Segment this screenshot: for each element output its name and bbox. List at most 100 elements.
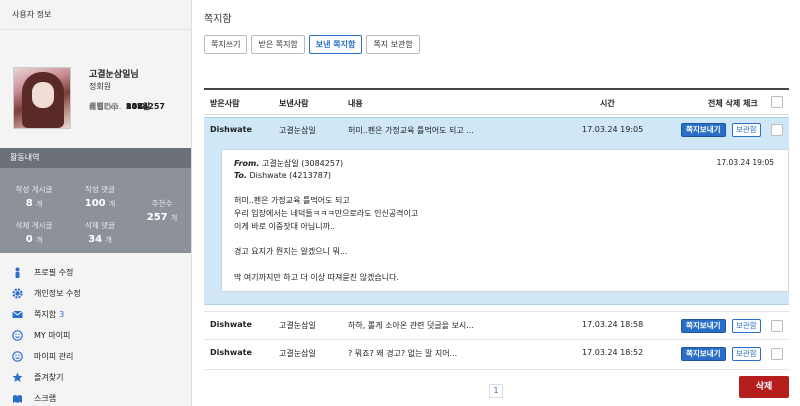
send-message-button[interactable]: 쪽지보내기 (681, 347, 726, 361)
sidebar: 사용자 정보 고결눈삼일님 정회원 회원번호 3084257 레벨 9 레벨Exp.… (0, 0, 192, 406)
row-time: 17.03.24 18:58 (582, 320, 644, 329)
activity-value: 257 (146, 212, 168, 223)
pagination-page[interactable]: 1 (489, 384, 503, 398)
nickname: 고결눈삼일님 (89, 70, 139, 80)
activity-value-line: 8 개 (4, 198, 64, 209)
row-checkbox[interactable] (771, 124, 783, 136)
activity-value: 8 (25, 198, 33, 209)
table-header: 받은사람 보낸사람 내용 시간 전체 삭제 체크 (204, 88, 789, 115)
row-content[interactable]: ? 뭐죠? 왜 경고? 없는 말 지어... (348, 348, 457, 359)
row-divider (204, 369, 789, 370)
activity-comments[interactable]: 작성 댓글 100 개 (70, 184, 130, 209)
menu-account-edit[interactable]: 개인정보 수정 (0, 283, 191, 304)
activity-value: 0 (25, 234, 33, 245)
activity-label: 작성 게시글 (15, 185, 53, 194)
stat-value: 157일 (126, 102, 151, 111)
send-message-button[interactable]: 쪽지보내기 (681, 123, 726, 137)
activity-value: 100 (84, 198, 106, 209)
activity-value: 34 (88, 234, 103, 245)
avatar-face (32, 82, 54, 108)
activity-value-line: 34 개 (70, 234, 130, 245)
from-value: 고결눈삼일 (3084257) (261, 159, 344, 168)
activity-unit: 개 (170, 214, 178, 222)
archive-button[interactable]: 보관함 (732, 347, 761, 361)
menu-label: 즐겨찾기 (34, 373, 64, 382)
table-row[interactable]: Dishwate 고결눈삼일 ? 뭐죠? 왜 경고? 없는 말 지어... 17… (204, 340, 789, 367)
menu-my-mypi[interactable]: MY 마이피 (0, 325, 191, 346)
activity-unit: 개 (35, 200, 43, 208)
delete-button[interactable]: 삭제 (739, 376, 789, 398)
page-title: 쪽지함 (204, 14, 232, 25)
row-content[interactable]: 허미..펜은 가정교육 틀먹어도 되고 ... (348, 125, 474, 136)
select-all-checkbox[interactable] (771, 96, 783, 108)
message-tabs: 쪽지쓰기 받은 쪽지함 보낸 쪽지함 쪽지 보관함 (204, 35, 420, 54)
detail-from: From. 고결눈삼일 (3084257) (234, 158, 343, 169)
activity-label: 추천수 (151, 199, 173, 208)
person-icon (12, 267, 23, 278)
activity-unit: 개 (108, 200, 116, 208)
row-checkbox[interactable] (771, 320, 783, 332)
sidebar-header: 사용자 정보 (0, 0, 191, 30)
menu-label: 프로필 수정 (34, 268, 74, 277)
message-detail: From. 고결눈삼일 (3084257) To. Dishwate (4213… (221, 149, 789, 292)
activity-deleted-posts[interactable]: 삭제 게시글 0 개 (4, 220, 64, 245)
row-content[interactable]: 하하, 롤게 소아온 관련 덧글을 보시... (348, 320, 474, 331)
row-sender: 고결눈삼일 (279, 321, 316, 330)
activity-deleted-comments[interactable]: 삭제 댓글 34 개 (70, 220, 130, 245)
archive-button[interactable]: 보관함 (732, 319, 761, 333)
to-label: To. (234, 171, 247, 180)
table-row[interactable]: Dishwate 고결눈삼일 하하, 롤게 소아온 관련 덧글을 보시... 1… (204, 312, 789, 339)
detail-datetime: 17.03.24 19:05 (716, 158, 774, 167)
activity-header: 활동내역 (0, 148, 191, 168)
tab-compose[interactable]: 쪽지쓰기 (204, 35, 248, 54)
menu-favorites[interactable]: 즐겨찾기 (0, 367, 191, 388)
row-recipient[interactable]: Dishwate (210, 348, 252, 357)
col-time: 시간 (600, 99, 615, 108)
message-count-badge: 3 (59, 310, 65, 319)
stat-label: 출석 (89, 102, 104, 111)
tab-archive[interactable]: 쪽지 보관함 (366, 35, 420, 54)
col-recipient: 받은사람 (210, 99, 240, 108)
menu-profile-edit[interactable]: 프로필 수정 (0, 262, 191, 283)
col-sender: 보낸사람 (279, 99, 309, 108)
menu-label: 개인정보 수정 (34, 289, 81, 298)
menu-scrap[interactable]: 스크랩 (0, 388, 191, 406)
row-checkbox[interactable] (771, 348, 783, 360)
row-time: 17.03.24 18:52 (582, 348, 644, 357)
tab-inbox[interactable]: 받은 쪽지함 (251, 35, 305, 54)
menu-label: 스크랩 (34, 394, 57, 403)
menu-messages[interactable]: 쪽지함 3 (0, 304, 191, 325)
activity-label: 삭제 댓글 (85, 221, 115, 230)
avatar[interactable] (13, 67, 71, 129)
activity-value-line: 257 개 (134, 212, 190, 223)
message-table: 받은사람 보낸사람 내용 시간 전체 삭제 체크 Dishwate 고결눈삼일 … (204, 88, 789, 370)
to-value: Dishwate (4213787) (249, 171, 332, 180)
activity-label: 삭제 게시글 (15, 221, 53, 230)
from-label: From. (234, 159, 260, 168)
menu-label: MY 마이피 (34, 331, 71, 340)
row-recipient[interactable]: Dishwate (210, 320, 252, 329)
star-icon (12, 372, 23, 383)
row-time: 17.03.24 19:05 (582, 125, 644, 134)
tab-sent[interactable]: 보낸 쪽지함 (308, 35, 363, 54)
activity-posts[interactable]: 작성 게시글 8 개 (4, 184, 64, 209)
row-recipient[interactable]: Dishwate (210, 125, 252, 134)
activity-label: 작성 댓글 (85, 185, 115, 194)
menu-mypi-manage[interactable]: 마이피 관리 (0, 346, 191, 367)
member-grade: 정회원 (89, 82, 112, 91)
activity-likes[interactable]: 추천수 257 개 (134, 198, 190, 223)
row-sender: 고결눈삼일 (279, 349, 316, 358)
smiley-icon (12, 330, 23, 341)
menu-label: 마이피 관리 (34, 352, 74, 361)
col-content: 내용 (348, 99, 363, 108)
scrap-icon (12, 393, 23, 404)
detail-body: 허미..펜은 가정교육 틀먹어도 되고 우리 입장에서는 네덕들ㅋㅋㅋ만으로라도… (234, 196, 419, 282)
envelope-icon (12, 309, 23, 320)
menu-label: 쪽지함 (34, 310, 57, 319)
activity-panel: 작성 게시글 8 개 작성 댓글 100 개 추천수 257 개 삭제 게시글 … (0, 168, 191, 253)
detail-to: To. Dishwate (4213787) (234, 171, 331, 180)
archive-button[interactable]: 보관함 (732, 123, 761, 137)
main-panel: 쪽지함 쪽지쓰기 받은 쪽지함 보낸 쪽지함 쪽지 보관함 받은사람 보낸사람 … (192, 0, 800, 406)
send-message-button[interactable]: 쪽지보내기 (681, 319, 726, 333)
table-row[interactable]: Dishwate 고결눈삼일 허미..펜은 가정교육 틀먹어도 되고 ... 1… (204, 117, 789, 144)
